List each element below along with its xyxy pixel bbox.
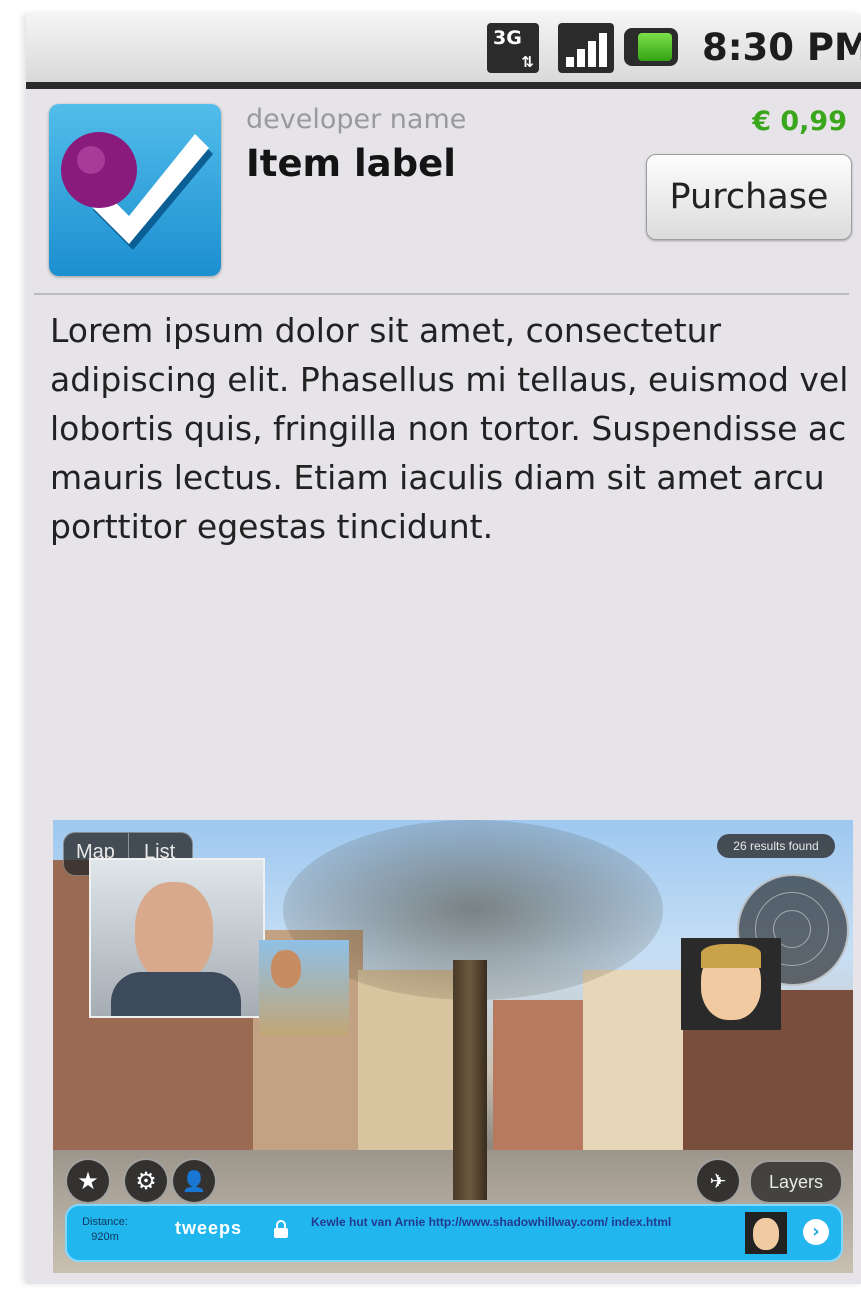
avatar-thumbnail (745, 1212, 787, 1254)
divider (34, 293, 849, 295)
status-bar: 3G ⇅ 8:30 PM (26, 14, 861, 82)
avatar[interactable] (89, 858, 265, 1018)
clock: 8:30 PM (702, 26, 861, 69)
results-count: 26 results found (717, 834, 835, 858)
avatar[interactable] (681, 938, 781, 1030)
tweeps-logo: tweeps (175, 1218, 243, 1238)
3g-network-icon: 3G ⇅ (487, 23, 539, 73)
avatar[interactable] (259, 940, 349, 1036)
app-icon (49, 104, 221, 276)
message-text: Kewle hut van Arnie http://www.shadowhil… (311, 1215, 672, 1229)
plane-icon[interactable]: ✈ (695, 1158, 741, 1204)
layers-button[interactable]: Layers (749, 1160, 843, 1204)
chevron-right-icon[interactable]: › (803, 1219, 829, 1245)
app-screenshot[interactable]: Map List 26 results found ★ ⚙ 👤 ✈ Layers… (53, 820, 853, 1273)
status-bar-divider (26, 82, 861, 89)
foursquare-logo-icon (61, 132, 213, 250)
lock-icon (274, 1220, 288, 1238)
building (493, 1000, 583, 1160)
battery-icon (624, 28, 678, 66)
price: € 0,99 (752, 106, 847, 137)
building (583, 970, 683, 1160)
tree-trunk (453, 960, 487, 1200)
purchase-button[interactable]: Purchase (646, 154, 852, 240)
user-icon[interactable]: 👤 (171, 1158, 217, 1204)
developer-name: developer name (246, 104, 467, 135)
signal-strength-icon (558, 23, 614, 73)
info-bar[interactable]: Distance: 920m tweeps Kewle hut van Arni… (65, 1204, 843, 1262)
phone-screen: 3G ⇅ 8:30 PM developer name Item label €… (26, 14, 861, 1284)
star-icon[interactable]: ★ (65, 1158, 111, 1204)
item-description: Lorem ipsum dolor sit amet, consectetur … (50, 311, 849, 546)
distance: Distance: 920m (82, 1216, 128, 1243)
item-label: Item label (246, 142, 456, 185)
settings-gear-icon[interactable]: ⚙ (123, 1158, 169, 1204)
